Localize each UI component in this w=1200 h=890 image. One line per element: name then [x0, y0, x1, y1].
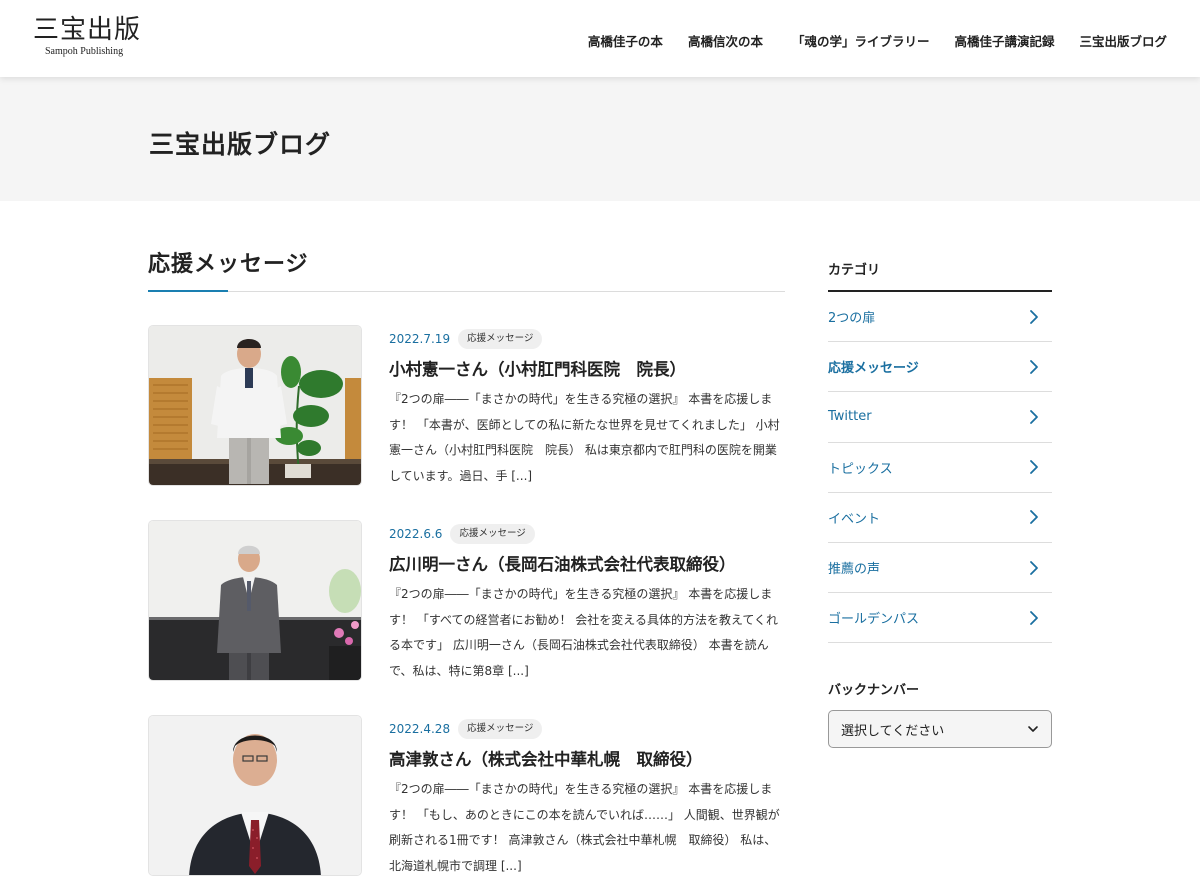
post-category-badge[interactable]: 応援メッセージ [458, 719, 543, 739]
category-label: ゴールデンパス [828, 612, 920, 628]
site-header: 三宝出版 Sampoh Publishing 高橋佳子の本 高橋信次の本 「魂の… [0, 0, 1200, 77]
heading-accent-bar [148, 290, 228, 292]
category-label: 2つの扉 [828, 311, 876, 327]
nav-link-takahashi-shinji-books[interactable]: 高橋信次の本 [688, 33, 763, 51]
nav-link-lecture-records[interactable]: 高橋佳子講演記録 [954, 33, 1054, 51]
chevron-right-icon [1030, 359, 1038, 374]
doctor-photo-image [149, 326, 361, 485]
category-item-twitter[interactable]: Twitter [828, 392, 1052, 443]
post-title[interactable]: 広川明一さん（長岡石油株式会社代表取締役） [389, 553, 785, 577]
post-thumbnail[interactable] [148, 325, 362, 486]
post-title[interactable]: 高津敦さん（株式会社中華札幌 取締役） [389, 748, 785, 772]
chevron-right-icon [1030, 309, 1038, 324]
post-excerpt: 『2つの扉――「まさかの時代」を生きる究極の選択』 本書を応援します！ 「本書が… [389, 392, 780, 483]
category-list: 2つの扉 応援メッセージ Twitter トピックス イベント 推薦の声 ゴール… [828, 292, 1052, 644]
page-title: 三宝出版ブログ [149, 130, 332, 159]
site-logo[interactable]: 三宝出版 Sampoh Publishing [33, 15, 143, 58]
executive-photo-image [149, 716, 361, 875]
chevron-right-icon [1030, 610, 1038, 625]
category-label: トピックス [828, 461, 893, 477]
post-meta: 2022.4.28 応援メッセージ [389, 718, 785, 740]
category-label: イベント [828, 511, 881, 527]
post-category-badge[interactable]: 応援メッセージ [450, 524, 535, 544]
post-thumbnail[interactable] [148, 715, 362, 876]
chevron-right-icon [1030, 560, 1038, 575]
archive-select[interactable]: 選択してください [828, 710, 1052, 748]
post-date: 2022.7.19 [389, 332, 451, 346]
category-label: 応援メッセージ [828, 361, 919, 377]
post-date: 2022.6.6 [389, 527, 443, 541]
post-card[interactable]: 2022.7.19 応援メッセージ 小村憲一さん（小村肛門科医院 院長） 『2つ… [148, 325, 785, 487]
global-nav: 高橋佳子の本 高橋信次の本 「魂の学」ライブラリー 高橋佳子講演記録 三宝出版ブ… [563, 33, 1167, 51]
category-item-support-messages[interactable]: 応援メッセージ [828, 342, 1052, 393]
post-excerpt: 『2つの扉――「まさかの時代」を生きる究極の選択』 本書を応援します！ 「もし、… [389, 782, 780, 873]
chevron-right-icon [1030, 410, 1038, 424]
section-heading: 応援メッセージ [148, 252, 309, 277]
nav-link-library[interactable]: 「魂の学」ライブラリー [792, 33, 930, 51]
post-body: 2022.7.19 応援メッセージ 小村憲一さん（小村肛門科医院 院長） 『2つ… [389, 325, 785, 489]
post-card[interactable]: 2022.6.6 応援メッセージ 広川明一さん（長岡石油株式会社代表取締役） 『… [148, 520, 785, 682]
businessman-photo-image [149, 521, 361, 680]
category-item-golden-path[interactable]: ゴールデンパス [828, 593, 1052, 644]
post-date: 2022.4.28 [389, 722, 451, 736]
heading-divider [148, 291, 785, 292]
chevron-down-icon [1028, 726, 1038, 732]
logo-sub-text: Sampoh Publishing [45, 46, 124, 57]
post-body: 2022.6.6 応援メッセージ 広川明一さん（長岡石油株式会社代表取締役） 『… [389, 520, 785, 684]
post-title[interactable]: 小村憲一さん（小村肛門科医院 院長） [389, 358, 785, 382]
category-item-events[interactable]: イベント [828, 493, 1052, 543]
archive-select-value: 選択してください [841, 723, 945, 739]
archive-heading: バックナンバー [828, 683, 920, 698]
category-label: 推薦の声 [828, 562, 881, 578]
nav-link-blog[interactable]: 三宝出版ブログ [1079, 33, 1167, 51]
post-meta: 2022.7.19 応援メッセージ [389, 328, 785, 350]
post-card[interactable]: 2022.4.28 応援メッセージ 高津敦さん（株式会社中華札幌 取締役） 『2… [148, 715, 785, 877]
page-title-band: 三宝出版ブログ [0, 77, 1200, 201]
post-thumbnail[interactable] [148, 520, 362, 681]
category-heading: カテゴリ [828, 263, 881, 278]
chevron-right-icon [1030, 460, 1038, 475]
post-excerpt: 『2つの扉――「まさかの時代」を生きる究極の選択』 本書を応援します！ 「すべて… [389, 587, 778, 678]
category-label: Twitter [828, 409, 872, 425]
chevron-right-icon [1030, 510, 1038, 525]
nav-link-takahashi-keiko-books[interactable]: 高橋佳子の本 [588, 33, 663, 51]
category-item-recommendations[interactable]: 推薦の声 [828, 543, 1052, 594]
category-item-two-doors[interactable]: 2つの扉 [828, 292, 1052, 343]
post-category-badge[interactable]: 応援メッセージ [458, 329, 543, 349]
post-meta: 2022.6.6 応援メッセージ [389, 523, 785, 545]
post-body: 2022.4.28 応援メッセージ 高津敦さん（株式会社中華札幌 取締役） 『2… [389, 715, 785, 879]
category-item-topics[interactable]: トピックス [828, 443, 1052, 493]
logo-main-text: 三宝出版 [33, 15, 142, 45]
